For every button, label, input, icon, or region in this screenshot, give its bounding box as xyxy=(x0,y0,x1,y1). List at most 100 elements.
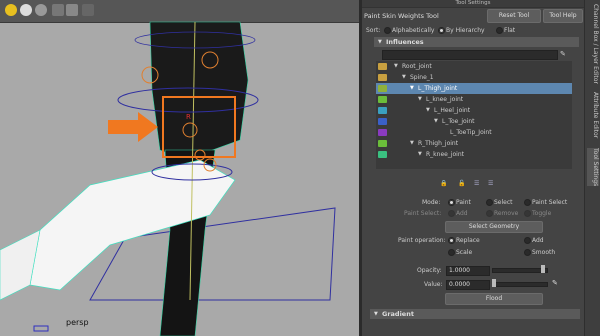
tab-attribute-editor[interactable]: Attribute Editor xyxy=(587,92,599,138)
color-swatch xyxy=(378,151,387,158)
filter-list-icon[interactable]: ☰ xyxy=(488,180,493,187)
sort-hierarchy-label: By Hierarchy xyxy=(446,27,485,34)
opacity-slider[interactable] xyxy=(492,268,548,273)
influence-tree: ▼ Root_joint ▼ Spine_1 ▼ L_Thigh_joint ▼ L_k… xyxy=(376,61,572,169)
list-item[interactable]: ▼ Spine_1 xyxy=(376,72,572,83)
collapse-arrow-icon: ▼ xyxy=(374,311,378,317)
joint-label: R xyxy=(186,113,191,121)
tool-settings-panel: Tool Settings Paint Skin Weights Tool Re… xyxy=(362,0,590,336)
opacity-slider-handle[interactable] xyxy=(541,265,545,273)
opacity-label: Opacity: xyxy=(417,267,442,274)
influence-search-field[interactable] xyxy=(382,50,558,60)
tree-arrow-icon: ▼ xyxy=(410,140,414,146)
joint-label: L_Toe_joint xyxy=(442,118,475,125)
op-scale-radio[interactable] xyxy=(448,249,455,256)
gradient-title: Gradient xyxy=(382,310,414,318)
collapse-arrow-icon: ▼ xyxy=(378,39,382,45)
influences-header[interactable]: ▼ Influences xyxy=(374,37,579,47)
tree-arrow-icon: ▼ xyxy=(402,74,406,80)
mode-paint-select-label: Paint Select xyxy=(532,199,568,206)
list-item[interactable]: ▼ R_knee_joint xyxy=(376,149,572,160)
joint-label: L_ToeTip_Joint xyxy=(450,129,492,136)
mode-select-radio[interactable] xyxy=(486,199,493,206)
tree-arrow-icon: ▼ xyxy=(426,107,430,113)
panel-header: Paint Skin Weights Tool Reset Tool Tool … xyxy=(362,8,584,23)
joint-label: L_knee_joint xyxy=(426,96,464,103)
mode-label: Mode: xyxy=(422,199,441,206)
sort-flat-radio[interactable] xyxy=(496,27,503,34)
sort-alpha-radio[interactable] xyxy=(384,27,391,34)
value-field[interactable]: 0.0000 xyxy=(446,280,490,290)
mode-paint-radio[interactable] xyxy=(448,199,455,206)
select-geometry-button[interactable]: Select Geometry xyxy=(445,221,543,233)
tool-name: Paint Skin Weights Tool xyxy=(364,12,439,20)
op-add-radio[interactable] xyxy=(524,237,531,244)
tree-arrow-icon: ▼ xyxy=(418,151,422,157)
paint-operation-label: Paint operation: xyxy=(398,237,446,244)
op-replace-radio[interactable] xyxy=(448,237,455,244)
side-tab-strip: Channel Box / Layer Editor Attribute Edi… xyxy=(584,0,600,336)
scene-render xyxy=(0,21,336,336)
tab-tool-settings[interactable]: Tool Settings xyxy=(587,148,599,187)
op-add-label: Add xyxy=(532,237,544,244)
op-smooth-radio[interactable] xyxy=(524,249,531,256)
tree-arrow-icon: ▼ xyxy=(394,63,398,69)
influences-title: Influences xyxy=(386,38,424,46)
list-item[interactable]: ▼ L_knee_joint xyxy=(376,94,572,105)
lock-icon[interactable]: 🔒 xyxy=(440,180,447,187)
tab-channel-box[interactable]: Channel Box / Layer Editor xyxy=(587,4,599,84)
sort-list-icon[interactable]: ☰ xyxy=(474,180,479,187)
list-item[interactable]: ▼ R_Thigh_joint xyxy=(376,138,572,149)
sort-alpha-label: Alphabetically xyxy=(392,27,435,34)
list-item[interactable]: ▼ L_Heel_joint xyxy=(376,105,572,116)
mode-select-label: Select xyxy=(494,199,513,206)
list-item[interactable]: L_ToeTip_Joint xyxy=(376,127,572,138)
paint-select-label: Paint Select: xyxy=(404,210,442,217)
eyedropper-icon[interactable]: ✎ xyxy=(552,279,558,287)
color-swatch xyxy=(378,63,387,70)
op-replace-label: Replace xyxy=(456,237,480,244)
joint-label: Spine_1 xyxy=(410,74,434,81)
paint-select-add-label: Add xyxy=(456,210,468,217)
op-smooth-label: Smooth xyxy=(532,249,556,256)
tool-help-button[interactable]: Tool Help xyxy=(543,9,583,23)
color-swatch xyxy=(378,118,387,125)
gradient-header[interactable]: ▼ Gradient xyxy=(370,309,580,319)
joint-label: L_Thigh_joint xyxy=(418,85,458,92)
color-swatch xyxy=(378,107,387,114)
3d-viewport[interactable]: R persp xyxy=(0,0,359,336)
mode-paint-label: Paint xyxy=(456,199,471,206)
mode-paint-select-radio[interactable] xyxy=(524,199,531,206)
color-swatch xyxy=(378,129,387,136)
reset-tool-button[interactable]: Reset Tool xyxy=(487,9,541,23)
color-swatch xyxy=(378,96,387,103)
op-scale-label: Scale xyxy=(456,249,473,256)
value-slider[interactable] xyxy=(492,282,548,287)
sort-row: Sort: Alphabetically By Hierarchy Flat xyxy=(362,25,584,35)
value-slider-handle[interactable] xyxy=(492,279,496,287)
unlock-icon[interactable]: 🔓 xyxy=(458,180,465,187)
joint-label: L_Heel_joint xyxy=(434,107,471,114)
color-swatch xyxy=(378,85,387,92)
list-item[interactable]: ▼ Root_joint xyxy=(376,61,572,72)
camera-label: persp xyxy=(66,318,89,327)
color-swatch xyxy=(378,74,387,81)
tree-arrow-icon: ▼ xyxy=(410,85,414,91)
opacity-field[interactable]: 1.0000 xyxy=(446,266,490,276)
sort-flat-label: Flat xyxy=(504,27,516,34)
window-title: Tool Settings xyxy=(362,0,584,8)
flood-button[interactable]: Flood xyxy=(445,293,543,305)
paint-select-toggle-radio xyxy=(524,210,531,217)
influence-tools: 🔒 🔓 ☰ ☰ xyxy=(362,180,584,188)
paint-select-toggle-label: Toggle xyxy=(532,210,552,217)
paint-select-remove-label: Remove xyxy=(494,210,519,217)
list-item[interactable]: ▼ L_Thigh_joint xyxy=(376,83,572,94)
pin-icon[interactable]: ✎ xyxy=(560,50,566,58)
joint-label: R_Thigh_joint xyxy=(418,140,459,147)
list-item[interactable]: ▼ L_Toe_joint xyxy=(376,116,572,127)
paint-select-remove-radio xyxy=(486,210,493,217)
sort-hierarchy-radio[interactable] xyxy=(438,27,445,34)
value-label: Value: xyxy=(424,281,443,288)
color-swatch xyxy=(378,140,387,147)
tree-arrow-icon: ▼ xyxy=(418,96,422,102)
